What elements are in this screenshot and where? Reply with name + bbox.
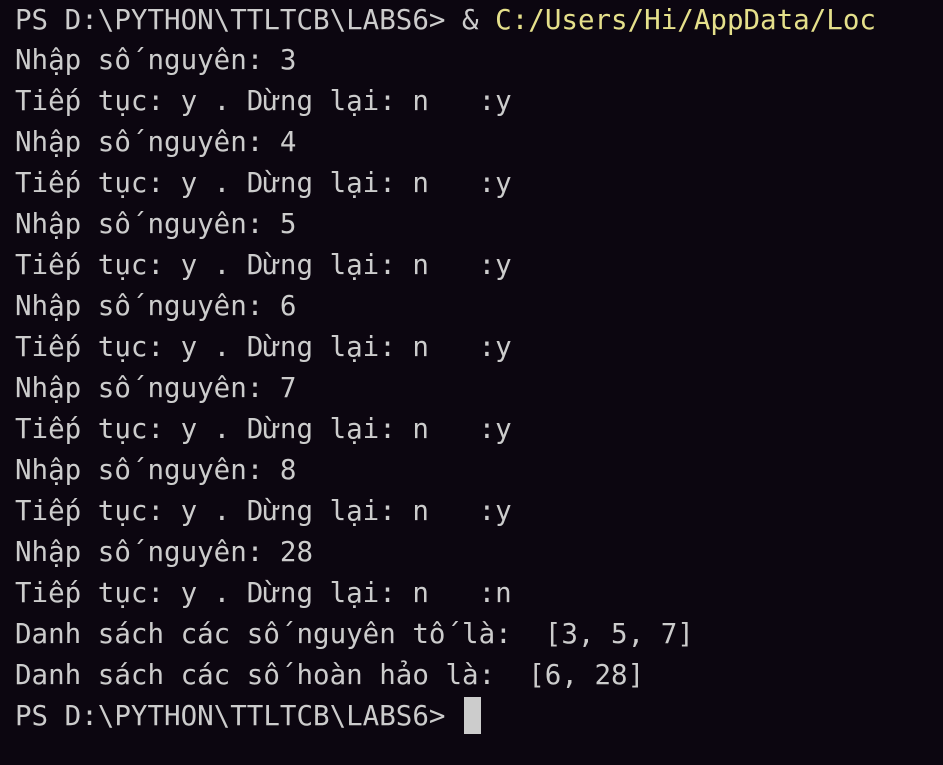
final-prompt-line[interactable]: PS D:\PYTHON\TTLTCB\LABS6> xyxy=(15,696,943,737)
output-line: Danh sách các số nguyên tố là: [3, 5, 7] xyxy=(15,618,694,650)
output-line: Nhập số nguyên: 8 xyxy=(15,454,297,486)
prompt: PS D:\PYTHON\TTLTCB\LABS6> xyxy=(15,4,463,36)
final-prompt: PS D:\PYTHON\TTLTCB\LABS6> xyxy=(15,700,463,732)
output-line: Nhập số nguyên: 6 xyxy=(15,290,297,322)
terminal-window[interactable]: PS D:\PYTHON\TTLTCB\LABS6> & C:/Users/Hi… xyxy=(0,0,943,765)
output-line: Tiếp tục: y . Dừng lại: n :y xyxy=(15,413,512,445)
output-line: Tiếp tục: y . Dừng lại: n :y xyxy=(15,85,512,117)
command-operator: & xyxy=(462,4,496,36)
output-line: Danh sách các số hoàn hảo là: [6, 28] xyxy=(15,659,645,691)
output-line: Tiếp tục: y . Dừng lại: n :y xyxy=(15,167,512,199)
command-line: PS D:\PYTHON\TTLTCB\LABS6> & C:/Users/Hi… xyxy=(15,0,943,40)
output-line: Tiếp tục: y . Dừng lại: n :y xyxy=(15,249,512,281)
output-line: Nhập số nguyên: 28 xyxy=(15,536,314,568)
output-line: Nhập số nguyên: 7 xyxy=(15,372,297,404)
output-line: Tiếp tục: y . Dừng lại: n :y xyxy=(15,331,512,363)
command-path: C:/Users/Hi/AppData/Loc xyxy=(495,4,876,36)
output-line: Tiếp tục: y . Dừng lại: n :y xyxy=(15,495,512,527)
output-line: Nhập số nguyên: 3 xyxy=(15,44,297,76)
output-line: Nhập số nguyên: 5 xyxy=(15,208,297,240)
output-line: Tiếp tục: y . Dừng lại: n :n xyxy=(15,577,512,609)
output-line: Nhập số nguyên: 4 xyxy=(15,126,297,158)
text-cursor xyxy=(464,696,482,734)
